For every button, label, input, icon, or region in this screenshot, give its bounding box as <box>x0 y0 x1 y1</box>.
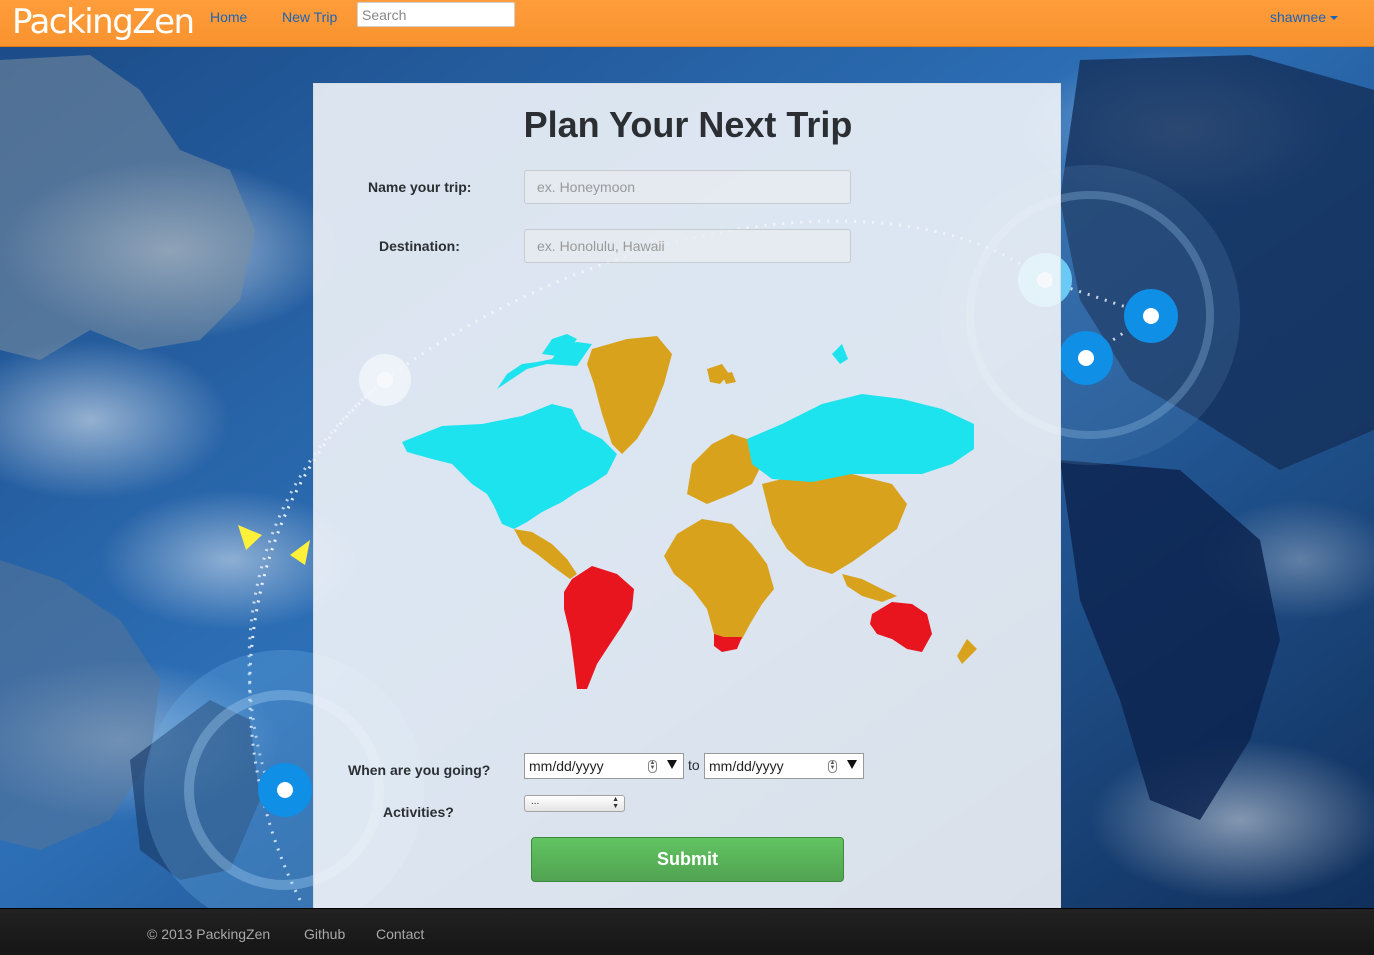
end-date-input[interactable]: mm/dd/yyyy ▲ ▼ <box>704 753 864 779</box>
map-region-north-america[interactable] <box>402 334 617 529</box>
start-date-value: mm/dd/yyyy <box>529 758 604 774</box>
activities-label: Activities? <box>383 804 454 820</box>
trip-form-panel: Plan Your Next Trip Name your trip: Dest… <box>313 83 1061 913</box>
map-region-australia[interactable] <box>870 602 932 652</box>
dates-label: When are you going? <box>348 762 491 778</box>
user-menu-dropdown[interactable]: shawnee <box>1270 9 1339 25</box>
dropdown-arrow-icon[interactable] <box>847 760 857 769</box>
map-region-russia[interactable] <box>747 344 974 482</box>
spinner-icon[interactable]: ▲ ▼ <box>648 760 657 773</box>
search-input[interactable] <box>357 2 515 27</box>
footer-github-link[interactable]: Github <box>304 926 345 942</box>
map-region-south-america[interactable] <box>564 566 634 689</box>
end-date-value: mm/dd/yyyy <box>709 758 784 774</box>
submit-button[interactable]: Submit <box>531 837 844 882</box>
nav-home-link[interactable]: Home <box>210 9 247 25</box>
start-date-input[interactable]: mm/dd/yyyy ▲ ▼ <box>524 753 684 779</box>
footer-contact-link[interactable]: Contact <box>376 926 424 942</box>
user-name: shawnee <box>1270 9 1327 25</box>
page-title: Plan Your Next Trip <box>523 104 853 145</box>
destination-input[interactable] <box>524 229 851 263</box>
destination-label: Destination: <box>379 238 460 254</box>
footer: © 2013 PackingZen Github Contact <box>0 908 1374 955</box>
top-navbar: PackingZen Home New Trip shawnee <box>0 0 1374 47</box>
map-region-greenland[interactable] <box>587 336 729 454</box>
nav-new-trip-link[interactable]: New Trip <box>282 9 337 25</box>
select-arrows-icon: ▲ ▼ <box>612 796 619 810</box>
spinner-icon[interactable]: ▲ ▼ <box>828 760 837 773</box>
trip-name-label: Name your trip: <box>368 179 472 195</box>
map-region-central-america[interactable] <box>514 529 577 579</box>
brand-logo[interactable]: PackingZen <box>12 2 195 42</box>
dropdown-arrow-icon[interactable] <box>667 760 677 769</box>
activities-select[interactable]: ... ▲ ▼ <box>524 795 625 812</box>
footer-copyright: © 2013 PackingZen <box>147 926 271 942</box>
world-map[interactable] <box>402 334 977 714</box>
trip-name-input[interactable] <box>524 170 851 204</box>
caret-down-icon <box>1330 16 1339 21</box>
date-range-to-label: to <box>688 757 700 773</box>
activities-selected-value: ... <box>531 796 540 807</box>
